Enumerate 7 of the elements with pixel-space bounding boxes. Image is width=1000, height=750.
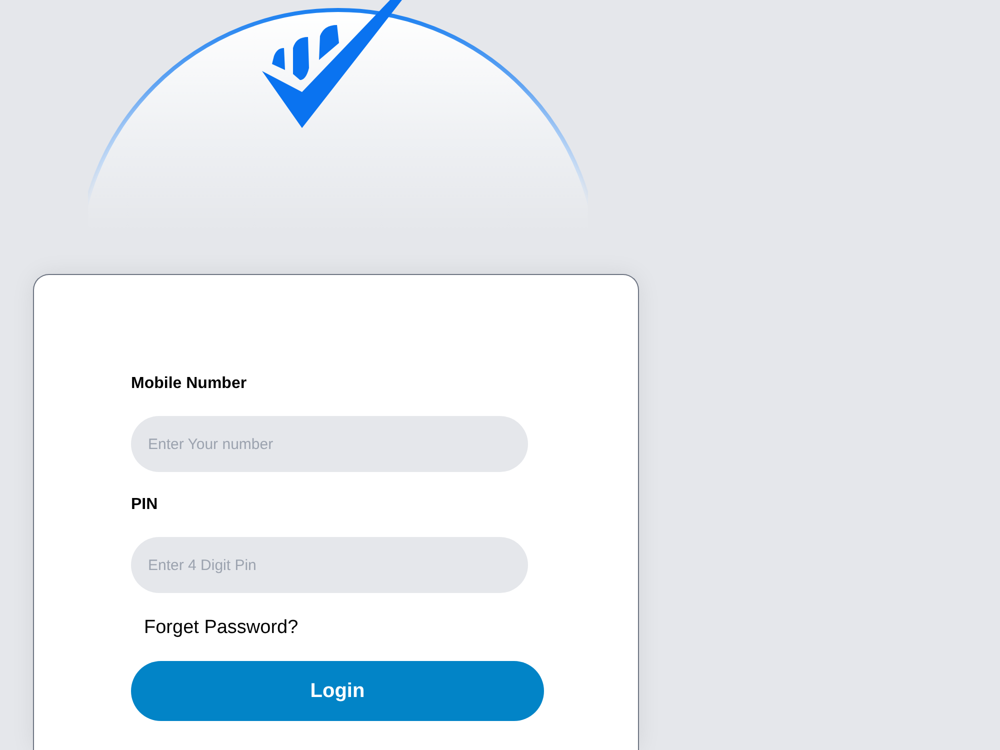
field-label: Mobile Number bbox=[131, 374, 247, 394]
login-button[interactable]: Login bbox=[131, 661, 544, 721]
check-mark-logo-icon bbox=[262, 0, 402, 128]
input-field[interactable]: Enter Your number bbox=[131, 416, 528, 472]
input-field[interactable]: Enter 4 Digit Pin bbox=[131, 537, 528, 593]
field-label: PIN bbox=[131, 495, 158, 515]
forget-password-link[interactable]: Forget Password? bbox=[144, 615, 298, 641]
